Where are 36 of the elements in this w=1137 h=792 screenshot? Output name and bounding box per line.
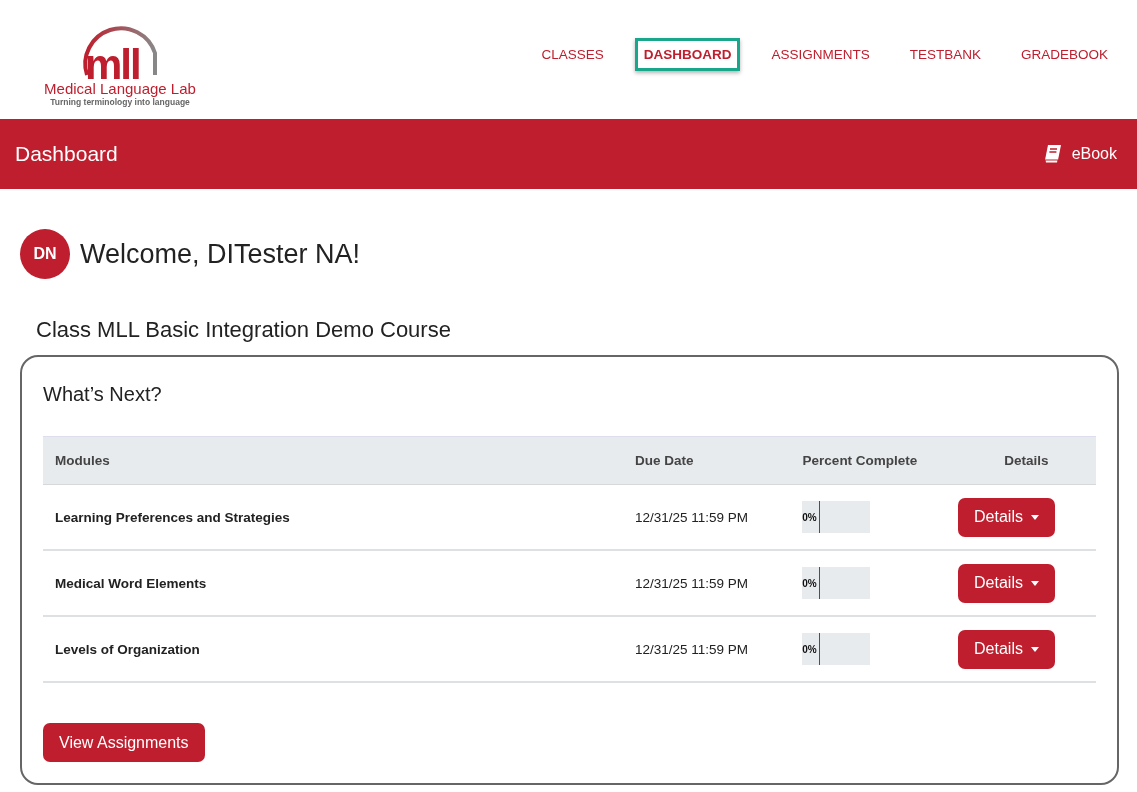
- table-cell-text: 12/31/25 11:59 PM: [634, 508, 750, 527]
- book-icon: [1043, 144, 1062, 164]
- logo-mark-drawing: mll: [75, 12, 165, 83]
- logo-tagline: Turning terminology into language: [50, 96, 190, 107]
- details-button[interactable]: Details: [958, 563, 1055, 603]
- column-header: Due Date: [623, 436, 763, 484]
- class-title: Class MLL Basic Integration Demo Course: [36, 317, 452, 343]
- column-header: Modules: [43, 436, 623, 484]
- table-cell-text: 12/31/25 11:59 PM: [634, 574, 750, 593]
- nav-link[interactable]: GRADEBOOK: [1011, 38, 1117, 71]
- ebook-link[interactable]: eBook: [1043, 144, 1117, 164]
- table-cell-text: Learning Preferences and Strategies: [54, 508, 291, 527]
- column-header: Details: [957, 436, 1096, 484]
- nav-link[interactable]: DASHBOARD: [634, 38, 741, 71]
- table-cell-text: Medical Word Elements: [54, 574, 208, 593]
- table-cell-text: Levels of Organization: [54, 640, 201, 659]
- progress-text: 0%: [802, 501, 819, 533]
- caret-icon: [1030, 580, 1039, 586]
- card-title: What’s Next?: [43, 383, 163, 406]
- welcome-heading: Welcome, DITester NA!: [80, 238, 361, 270]
- avatar: DN: [20, 229, 70, 279]
- view-assignments-button[interactable]: View Assignments: [43, 723, 205, 762]
- progress-text: 0%: [802, 567, 819, 599]
- nav-link[interactable]: ASSIGNMENTS: [762, 38, 879, 71]
- logo-name: Medical Language Lab: [44, 80, 196, 97]
- page-title: Dashboard: [15, 142, 118, 166]
- caret-icon: [1030, 514, 1039, 520]
- details-button[interactable]: Details: [958, 629, 1055, 669]
- table-cell-text: 12/31/25 11:59 PM: [634, 640, 750, 659]
- caret-icon: [1030, 646, 1039, 652]
- progress-text: 0%: [802, 633, 819, 665]
- nav-link[interactable]: CLASSES: [532, 38, 613, 71]
- nav-link[interactable]: TESTBANK: [900, 38, 990, 71]
- column-header: Percent Complete: [763, 436, 957, 484]
- logo[interactable]: mll Medical Language Lab Turning terminology into language: [30, 12, 210, 107]
- details-button[interactable]: Details: [958, 497, 1055, 537]
